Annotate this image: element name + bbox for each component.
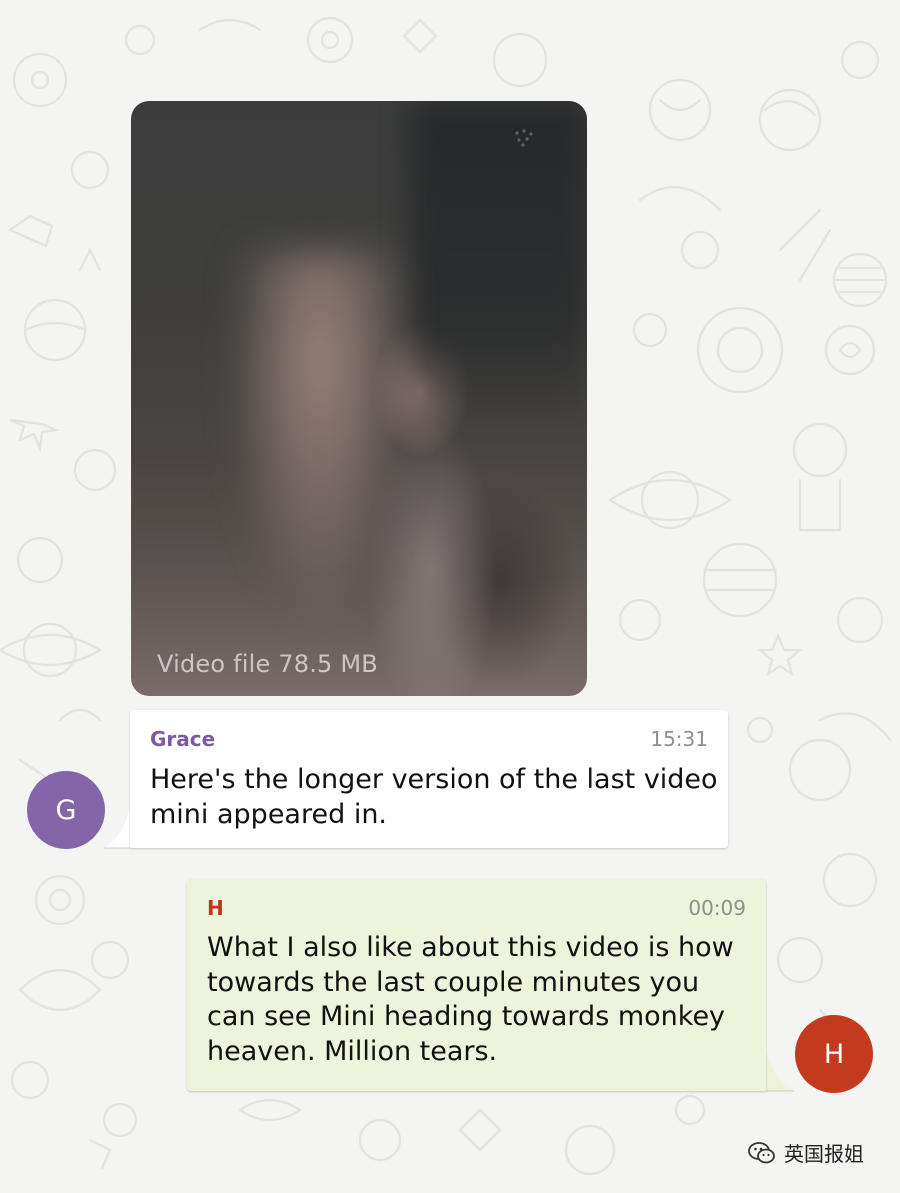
message-timestamp: 00:09 [688,896,746,920]
sender-name-h[interactable]: H [207,896,224,920]
wechat-icon [748,1141,775,1163]
avatar-initial: H [823,1038,845,1070]
watermark: 英国报姐 [748,1138,864,1167]
message-text: Here's the longer version of the last vi… [150,764,718,830]
video-blurred-figure [236,251,406,611]
avatar-initial: G [55,794,77,826]
h-bubble-tail [766,1050,794,1092]
sender-name-grace[interactable]: Grace [150,727,215,751]
avatar-grace[interactable]: G [27,771,105,849]
h-message-bubble[interactable]: H 00:09 What I also like about this vide… [187,879,766,1091]
watermark-text: 英国报姐 [784,1142,864,1166]
message-timestamp: 15:31 [650,727,708,751]
video-file-size-label: Video file 78.5 MB [157,650,378,678]
sparkle-icon [515,129,533,147]
message-text: What I also like about this video is how… [207,932,734,1067]
video-message-thumbnail[interactable]: Video file 78.5 MB [131,101,587,696]
avatar-h[interactable]: H [795,1015,873,1093]
grace-message-bubble[interactable]: Grace 15:31 Here's the longer version of… [130,710,728,848]
video-background-dark [411,101,587,441]
